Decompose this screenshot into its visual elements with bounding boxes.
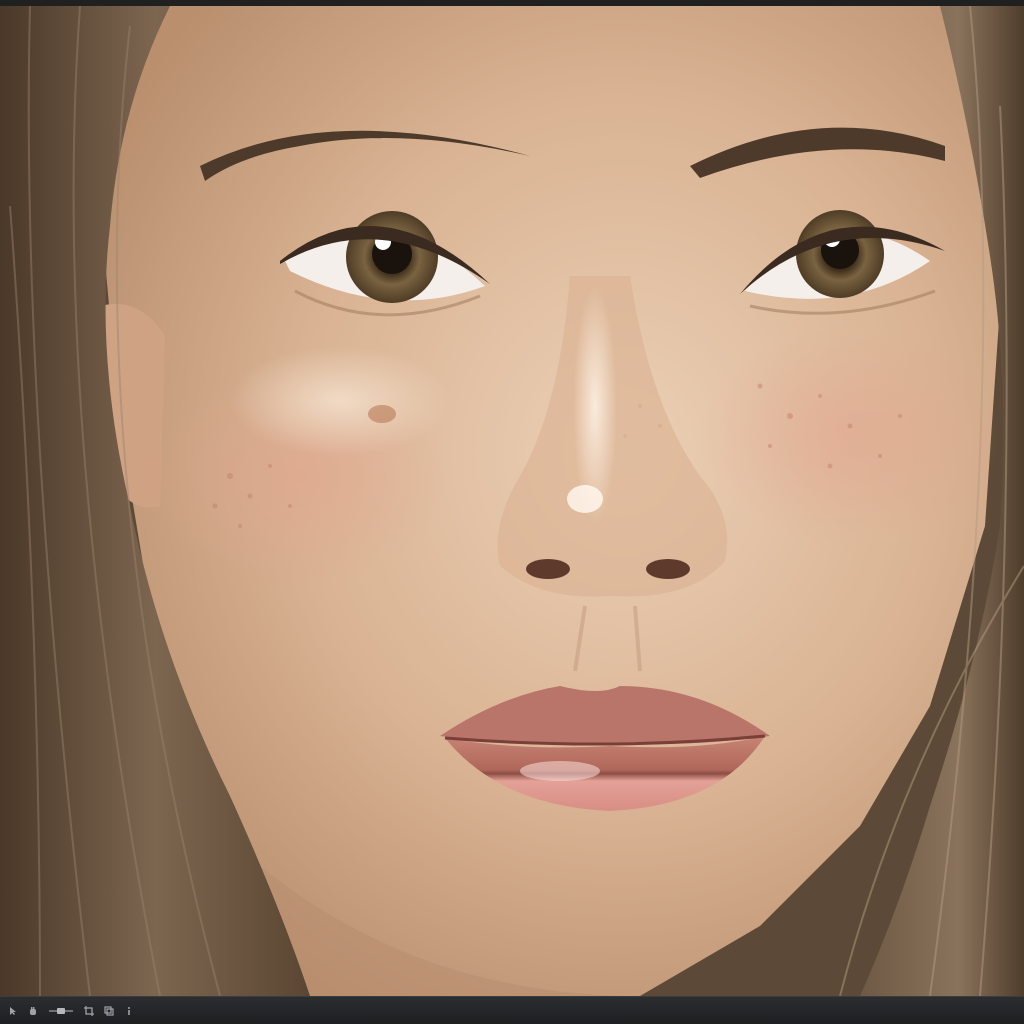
layers-icon[interactable] <box>104 1004 114 1018</box>
image-viewer-window <box>0 0 1024 1024</box>
viewer-toolbar <box>0 996 1024 1024</box>
portrait-photo <box>0 6 1024 996</box>
zoom-slider-icon[interactable] <box>48 1004 74 1018</box>
pointer-icon[interactable] <box>8 1004 18 1018</box>
hand-icon[interactable] <box>28 1004 38 1018</box>
info-icon[interactable] <box>124 1004 134 1018</box>
image-canvas[interactable] <box>0 6 1024 996</box>
crop-icon[interactable] <box>84 1004 94 1018</box>
